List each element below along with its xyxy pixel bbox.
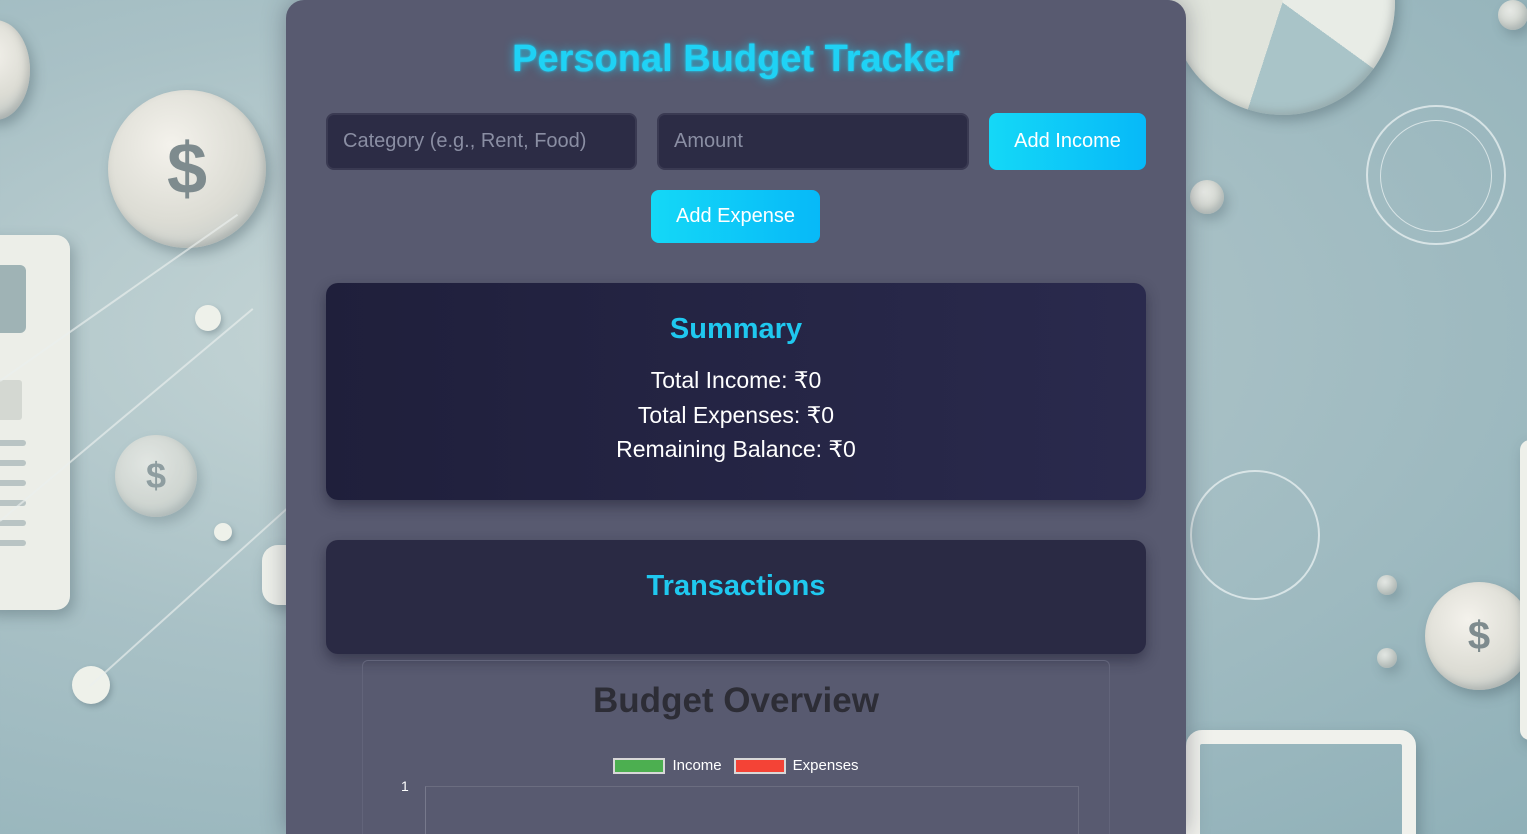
dollar-coin-icon: $ [1425,582,1527,690]
legend-label-expenses: Expenses [792,757,859,774]
chart-title: Budget Overview [593,681,879,720]
budget-chart: Budget Overview Income Expenses 1 [362,660,1110,834]
pie-chart-decoration [1170,0,1395,115]
coin-icon [0,20,30,120]
page-title: Personal Budget Tracker [512,38,960,80]
total-income: Total Income: ₹0 [650,367,822,393]
category-placeholder: Category (e.g., Rent, Food) [343,130,587,152]
remaining-balance: Remaining Balance: ₹0 [616,436,856,462]
chart-legend: Income Expenses [363,757,1109,774]
legend-label-income: Income [672,757,722,774]
summary-title: Summary [669,313,803,345]
coin-outline-icon [1190,470,1320,600]
legend-swatch-expenses [733,757,786,774]
transactions-title: Transactions [646,570,826,602]
add-expense-button[interactable]: Add Expense [651,190,820,243]
amount-placeholder: Amount [674,130,743,152]
y-tick-label: 1 [401,778,409,794]
dollar-coin-icon: $ [108,90,266,248]
legend-item-income[interactable]: Income [613,757,722,774]
coin-icon: $ [115,435,197,517]
legend-item-expenses[interactable]: Expenses [733,757,859,774]
category-input[interactable]: Category (e.g., Rent, Food) [326,113,637,170]
transactions-card: Transactions [326,540,1146,654]
amount-input[interactable]: Amount [657,113,969,170]
total-expenses: Total Expenses: ₹0 [637,402,835,428]
add-income-button[interactable]: Add Income [989,113,1146,170]
chart-plot-area [425,786,1079,834]
legend-swatch-income [613,757,666,774]
budget-panel: Personal Budget Tracker Category (e.g., … [286,0,1186,834]
summary-card: Summary Total Income: ₹0 Total Expenses:… [326,283,1146,500]
calculator-decoration [0,235,70,610]
card-decoration [1186,730,1416,834]
